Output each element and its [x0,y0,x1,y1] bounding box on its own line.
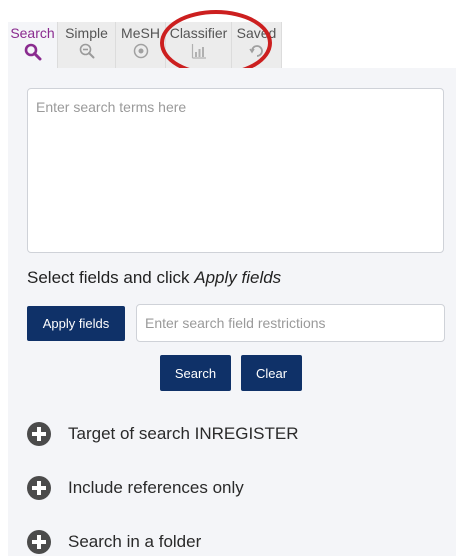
field-restrictions-input[interactable] [136,304,445,342]
clear-button[interactable]: Clear [241,355,302,391]
search-terms-textarea[interactable] [27,88,444,253]
tab-simple-label: Simple [65,25,108,41]
tab-classifier-label: Classifier [169,25,228,41]
search-panel: Select fields and click Apply fields App… [8,68,456,556]
option-target-of-search[interactable]: Target of search INREGISTER [27,419,299,449]
plus-circle-icon [27,476,51,500]
search-icon [8,43,57,65]
plus-circle-icon [27,422,51,446]
tab-mesh-label: MeSH [121,25,160,41]
apply-fields-button[interactable]: Apply fields [27,306,125,341]
tab-mesh[interactable]: MeSH [116,22,166,68]
history-icon [232,43,281,65]
search-button[interactable]: Search [160,355,231,391]
mesh-icon [116,43,165,65]
plus-circle-icon [27,530,51,554]
tab-classifier[interactable]: Classifier [166,22,232,68]
option-search-in-folder[interactable]: Search in a folder [27,527,201,557]
select-fields-instruction-text: Select fields and click [27,268,195,287]
option-include-references-label: Include references only [68,478,244,497]
tab-search[interactable]: Search [8,22,58,68]
option-search-in-folder-label: Search in a folder [68,532,202,551]
tab-saved[interactable]: Saved [232,22,282,68]
zoom-out-icon [58,43,115,65]
tab-search-label: Search [10,25,55,41]
select-fields-instruction: Select fields and click Apply fields [27,268,281,288]
select-fields-instruction-emphasis: Apply fields [194,268,282,287]
bar-chart-icon [166,43,231,65]
tab-bar: Search Simple MeSH Classifier Saved [8,22,282,68]
option-include-references[interactable]: Include references only [27,473,244,503]
tab-saved-label: Saved [236,25,277,41]
option-target-of-search-label: Target of search INREGISTER [68,424,299,443]
tab-simple[interactable]: Simple [58,22,116,68]
